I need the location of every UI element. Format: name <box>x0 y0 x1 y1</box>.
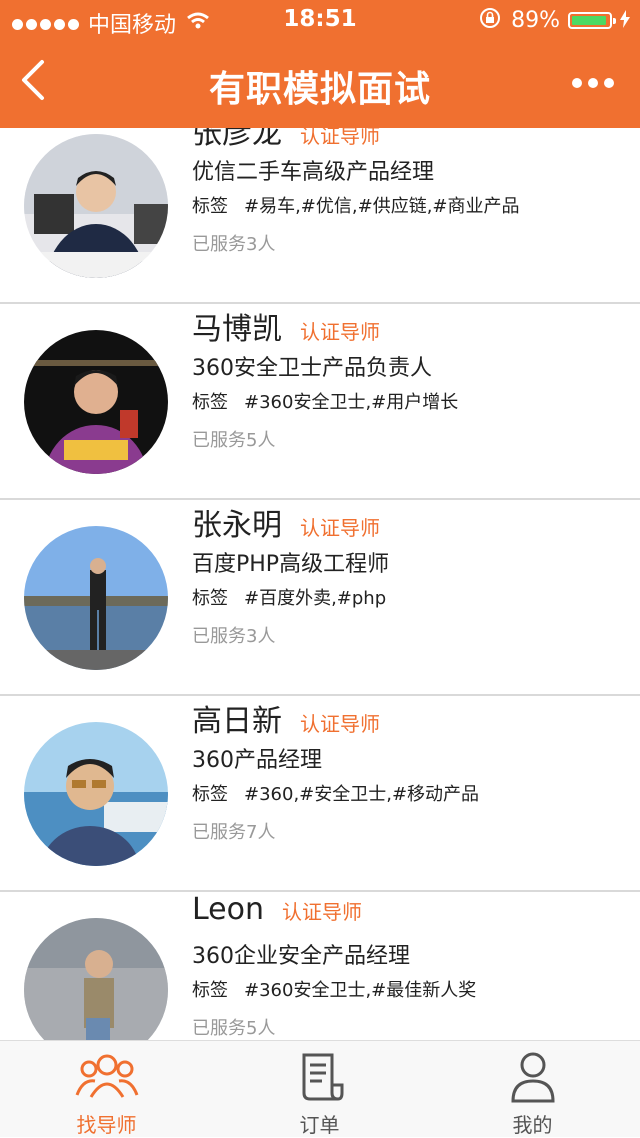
avatar <box>24 134 168 278</box>
app-header: 中国移动 18:51 89% 有职模拟面试 <box>0 0 640 128</box>
tags-value: #百度外卖,#php <box>244 588 387 609</box>
avatar <box>24 722 168 866</box>
mentor-tags: 标签 #360安全卫士,#最佳新人奖 <box>192 976 476 1002</box>
name-row: Leon 认证导师 <box>192 892 362 927</box>
tags-label: 标签 <box>192 392 228 413</box>
mentor-title: 优信二手车高级产品经理 <box>192 160 435 185</box>
more-button[interactable] <box>566 78 614 88</box>
mentor-card[interactable]: 高日新 认证导师 360产品经理 标签 #360,#安全卫士,#移动产品 已服务7… <box>0 696 640 892</box>
status-bar: 中国移动 18:51 89% <box>0 0 640 40</box>
avatar <box>24 918 168 1040</box>
served-count: 已服务5人 <box>192 430 276 451</box>
served-count: 已服务3人 <box>192 234 276 255</box>
receipt-icon <box>292 1049 348 1109</box>
tab-label: 找导师 <box>76 1113 137 1137</box>
mentor-card[interactable]: 马博凯 认证导师 360安全卫士产品负责人 标签 #360安全卫士,#用户增长 已… <box>0 304 640 500</box>
avatar <box>24 330 168 474</box>
certified-badge: 认证导师 <box>300 320 380 344</box>
certified-badge: 认证导师 <box>300 712 380 736</box>
certified-badge: 认证导师 <box>282 900 363 924</box>
battery-percent: 89% <box>511 8 560 33</box>
mentor-title: 百度PHP高级工程师 <box>192 552 390 577</box>
tags-value: #360,#安全卫士,#移动产品 <box>244 784 480 805</box>
rotation-lock-icon <box>479 7 501 34</box>
tags-value: #360安全卫士,#用户增长 <box>244 392 459 413</box>
mentor-name: 张永明 <box>192 508 282 543</box>
page-title: 有职模拟面试 <box>208 69 431 110</box>
served-count: 已服务7人 <box>192 822 276 843</box>
name-row: 马博凯 认证导师 <box>192 304 380 348</box>
tab-orders[interactable]: 订单 <box>213 1041 426 1137</box>
mentor-name: 高日新 <box>192 704 282 739</box>
mentor-tags: 标签 #百度外卖,#php <box>192 584 386 610</box>
tab-bar: 找导师 订单 我的 <box>0 1040 640 1137</box>
user-icon <box>505 1049 561 1109</box>
mentor-list[interactable]: 张彦龙 认证导师 优信二手车高级产品经理 标签 #易车,#优信,#供应链,#商业产… <box>0 128 640 1040</box>
tab-me[interactable]: 我的 <box>426 1041 639 1137</box>
tab-find-mentor[interactable]: 找导师 <box>0 1041 213 1137</box>
mentor-tags: 标签 #360,#安全卫士,#移动产品 <box>192 780 479 806</box>
mentor-title: 360安全卫士产品负责人 <box>192 356 432 381</box>
tags-value: #易车,#优信,#供应链,#商业产品 <box>244 196 520 217</box>
tags-label: 标签 <box>192 588 228 609</box>
mentor-card[interactable]: Leon 认证导师 360企业安全产品经理 标签 #360安全卫士,#最佳新人奖 … <box>0 892 640 1040</box>
nav-bar: 有职模拟面试 <box>0 40 640 128</box>
certified-badge: 认证导师 <box>300 128 380 148</box>
name-row: 高日新 认证导师 <box>192 696 380 740</box>
tags-label: 标签 <box>192 196 228 217</box>
mentor-card[interactable]: 张永明 认证导师 百度PHP高级工程师 标签 #百度外卖,#php 已服务3人 <box>0 500 640 696</box>
tags-label: 标签 <box>192 784 228 805</box>
mentor-card[interactable]: 张彦龙 认证导师 优信二手车高级产品经理 标签 #易车,#优信,#供应链,#商业产… <box>0 128 640 304</box>
mentor-title: 360企业安全产品经理 <box>192 944 410 969</box>
served-count: 已服务5人 <box>192 1018 276 1039</box>
certified-badge: 认证导师 <box>300 516 380 540</box>
avatar <box>24 526 168 670</box>
mentor-tags: 标签 #易车,#优信,#供应链,#商业产品 <box>192 192 520 218</box>
mentor-name: Leon <box>192 892 265 927</box>
battery-icon <box>568 12 616 29</box>
mentor-title: 360产品经理 <box>192 748 322 773</box>
people-icon <box>75 1049 139 1109</box>
tab-label: 订单 <box>299 1113 340 1137</box>
name-row: 张彦龙 认证导师 <box>192 128 380 152</box>
charging-icon <box>620 9 630 33</box>
mentor-name: 张彦龙 <box>192 128 282 151</box>
name-row: 张永明 认证导师 <box>192 500 380 544</box>
tab-label: 我的 <box>512 1113 553 1137</box>
mentor-name: 马博凯 <box>192 312 282 347</box>
mentor-tags: 标签 #360安全卫士,#用户增长 <box>192 388 458 414</box>
status-right: 89% <box>479 7 630 34</box>
tags-label: 标签 <box>192 980 228 1001</box>
tags-value: #360安全卫士,#最佳新人奖 <box>244 980 477 1001</box>
served-count: 已服务3人 <box>192 626 276 647</box>
